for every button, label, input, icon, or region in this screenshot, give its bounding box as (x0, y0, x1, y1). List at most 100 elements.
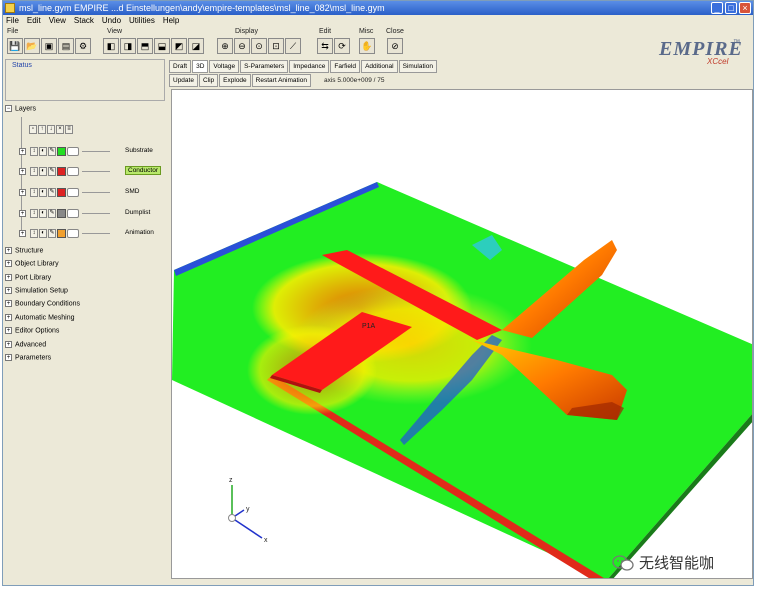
layer-name-conductor[interactable]: Conductor (125, 166, 161, 175)
layer-color-swatch[interactable] (57, 166, 66, 176)
menu-edit[interactable]: Edit (27, 15, 41, 27)
maximize-button[interactable]: □ (725, 2, 737, 14)
mirror-icon[interactable]: ⇆ (317, 38, 333, 54)
layer-edit-icon[interactable]: ✎ (48, 228, 56, 238)
expand-icon[interactable]: + (5, 287, 12, 294)
tab-s-parameters[interactable]: S-Parameters (240, 60, 289, 73)
tree-item-advanced[interactable]: + Advanced (5, 341, 46, 348)
layer-lock-icon[interactable]: ↕ (30, 228, 38, 238)
tree-item-boundary-conditions[interactable]: + Boundary Conditions (5, 300, 80, 307)
collapse-icon[interactable]: − (5, 105, 12, 112)
layer-name-substrate[interactable]: Substrate (125, 147, 153, 154)
title-bar[interactable]: msl_line.gym EMPIRE ...d Einstellungen\a… (3, 1, 753, 15)
layer-props-icon[interactable]: ≡ (65, 124, 73, 134)
settings-icon[interactable]: ⚙ (75, 38, 91, 54)
tree-item-object-library[interactable]: + Object Library (5, 260, 59, 267)
layer-row-substrate[interactable]: + ↕ ◐ ✎ (19, 145, 110, 157)
save-icon[interactable]: 💾 (7, 38, 23, 54)
tab-draft[interactable]: Draft (169, 60, 192, 73)
view-right-icon[interactable]: ◪ (188, 38, 204, 54)
delete-layer-icon[interactable]: × (56, 124, 64, 134)
expand-icon[interactable]: + (5, 300, 12, 307)
tree-item-parameters[interactable]: + Parameters (5, 354, 51, 361)
layer-lock-icon[interactable]: ↕ (30, 208, 38, 218)
tree-item-layers[interactable]: − Layers (5, 105, 36, 112)
zoom-fit-icon[interactable]: ⊙ (251, 38, 267, 54)
close-button[interactable]: × (739, 2, 751, 14)
layer-row-dumplist[interactable]: + ↕ ◐ ✎ (19, 207, 110, 219)
restart-animation-button[interactable]: Restart Animation (251, 74, 311, 87)
expand-icon[interactable]: + (5, 260, 12, 267)
menu-file[interactable]: File (6, 15, 19, 27)
layer-transparency-slider[interactable] (67, 208, 79, 218)
layer-row-smd[interactable]: + ↕ ◐ ✎ (19, 186, 110, 198)
explode-button[interactable]: Explode (219, 74, 251, 87)
menu-undo[interactable]: Undo (102, 15, 121, 27)
layer-row-conductor[interactable]: + ↕ ◐ ✎ (19, 165, 110, 177)
layer-transparency-slider[interactable] (67, 146, 79, 156)
layer-edit-icon[interactable]: ✎ (48, 146, 56, 156)
layer-edit-icon[interactable]: ✎ (48, 166, 56, 176)
zoom-out-icon[interactable]: ⊖ (234, 38, 250, 54)
update-button[interactable]: Update (169, 74, 198, 87)
layer-lock-icon[interactable]: ↕ (30, 146, 38, 156)
expand-icon[interactable]: + (5, 327, 12, 334)
menu-help[interactable]: Help (163, 15, 179, 27)
layer-visible-icon[interactable]: ◐ (39, 228, 47, 238)
layer-up-icon[interactable]: ↑ (38, 124, 46, 134)
layer-edit-icon[interactable]: ✎ (48, 187, 56, 197)
layer-color-swatch[interactable] (57, 146, 66, 156)
layer-visible-icon[interactable]: ◐ (39, 187, 47, 197)
layer-color-swatch[interactable] (57, 228, 66, 238)
expand-icon[interactable]: + (5, 354, 12, 361)
layer-edit-icon[interactable]: ✎ (48, 208, 56, 218)
view-top-icon[interactable]: ⬒ (137, 38, 153, 54)
menu-utilities[interactable]: Utilities (129, 15, 155, 27)
layer-name-animation[interactable]: Animation (125, 229, 154, 236)
layer-transparency-slider[interactable] (67, 228, 79, 238)
view-front-icon[interactable]: ◧ (103, 38, 119, 54)
expand-icon[interactable]: + (19, 229, 26, 237)
layer-transparency-slider[interactable] (67, 166, 79, 176)
layer-color-swatch[interactable] (57, 208, 66, 218)
layer-visible-icon[interactable]: ◐ (39, 146, 47, 156)
view-bottom-icon[interactable]: ⬓ (154, 38, 170, 54)
3d-viewport[interactable]: P1A z y x (171, 89, 753, 579)
open-folder-icon[interactable]: 📂 (24, 38, 40, 54)
new-layer-icon[interactable]: ▫ (29, 124, 37, 134)
layer-lock-icon[interactable]: ↕ (30, 166, 38, 176)
layer-visible-icon[interactable]: ◐ (39, 208, 47, 218)
tab-simulation[interactable]: Simulation (398, 60, 437, 73)
tree-item-simulation-setup[interactable]: + Simulation Setup (5, 287, 68, 294)
expand-icon[interactable]: + (5, 274, 12, 281)
layer-name-smd[interactable]: SMD (125, 188, 139, 195)
menu-stack[interactable]: Stack (74, 15, 94, 27)
measure-icon[interactable]: ⟋ (285, 38, 301, 54)
tab-additional[interactable]: Additional (361, 60, 398, 73)
expand-icon[interactable]: + (19, 209, 26, 217)
misc-tool-icon[interactable]: ✋ (359, 38, 375, 54)
clip-button[interactable]: Clip (198, 74, 219, 87)
tab-impedance[interactable]: Impedance (289, 60, 330, 73)
layer-color-swatch[interactable] (57, 187, 66, 197)
tree-item-automatic-meshing[interactable]: + Automatic Meshing (5, 314, 75, 321)
tree-item-structure[interactable]: + Structure (5, 247, 43, 254)
layer-down-icon[interactable]: ↓ (47, 124, 55, 134)
minimize-button[interactable]: _ (711, 2, 723, 14)
tab-3d[interactable]: 3D (192, 60, 209, 73)
layer-name-dumplist[interactable]: Dumplist (125, 209, 150, 216)
view-left-icon[interactable]: ◩ (171, 38, 187, 54)
tree-item-editor-options[interactable]: + Editor Options (5, 327, 59, 334)
view-back-icon[interactable]: ◨ (120, 38, 136, 54)
close-stop-icon[interactable]: ⊘ (387, 38, 403, 54)
tree-item-port-library[interactable]: + Port Library (5, 274, 51, 281)
layer-visible-icon[interactable]: ◐ (39, 166, 47, 176)
expand-icon[interactable]: + (5, 341, 12, 348)
tab-voltage[interactable]: Voltage (209, 60, 240, 73)
expand-icon[interactable]: + (19, 188, 26, 196)
zoom-box-icon[interactable]: ⊡ (268, 38, 284, 54)
expand-icon[interactable]: + (19, 147, 26, 155)
expand-icon[interactable]: + (5, 247, 12, 254)
layer-row-animation[interactable]: + ↕ ◐ ✎ (19, 227, 110, 239)
expand-icon[interactable]: + (5, 314, 12, 321)
